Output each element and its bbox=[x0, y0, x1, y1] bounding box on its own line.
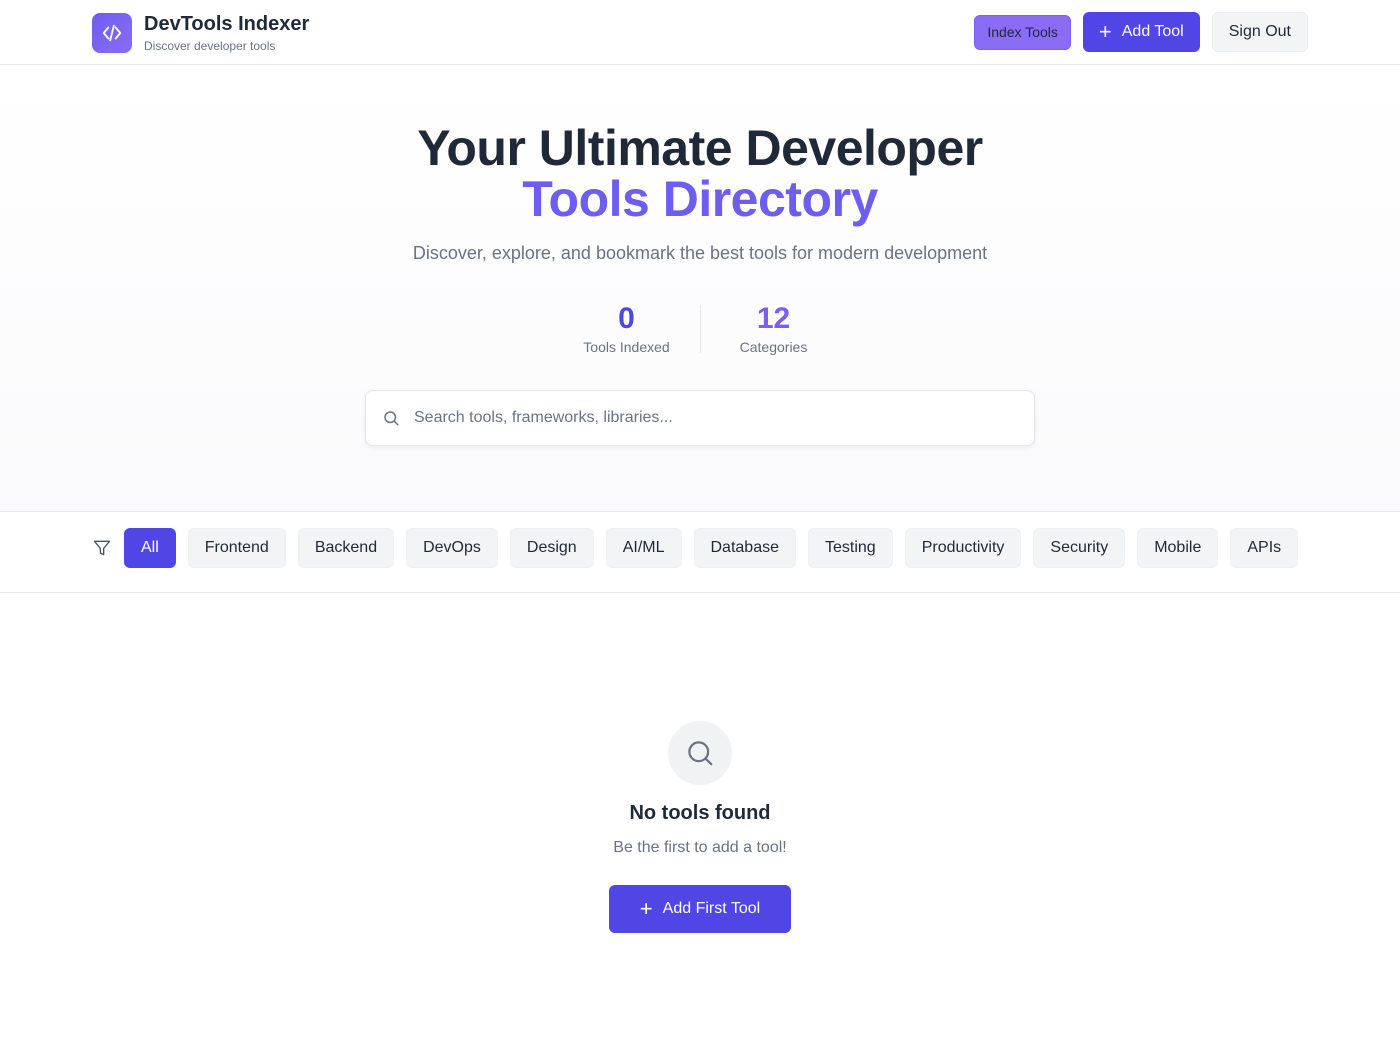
stat-label: Tools Indexed bbox=[583, 339, 670, 355]
stat-value: 12 bbox=[756, 302, 791, 335]
brand-title: DevTools Indexer bbox=[144, 13, 310, 35]
category-chip-productivity[interactable]: Productivity bbox=[904, 528, 1022, 568]
category-chip-security[interactable]: Security bbox=[1033, 528, 1126, 568]
stats: 0 Tools Indexed 12 Categories bbox=[0, 301, 1400, 355]
category-chip-mobile[interactable]: Mobile bbox=[1137, 528, 1219, 568]
search-icon bbox=[384, 411, 399, 426]
category-chip-testing[interactable]: Testing bbox=[808, 528, 893, 568]
plus-icon: + bbox=[1098, 19, 1112, 44]
add-first-tool-button[interactable]: + Add First Tool bbox=[609, 885, 791, 933]
hero-subtitle: Discover, explore, and bookmark the best… bbox=[412, 243, 988, 263]
category-chip-ai-ml[interactable]: AI/ML bbox=[605, 528, 682, 568]
add-first-tool-label: Add First Tool bbox=[662, 900, 761, 917]
category-chip-database[interactable]: Database bbox=[693, 528, 796, 568]
filter-icon bbox=[93, 540, 111, 556]
empty-state-title: No tools found bbox=[629, 802, 771, 824]
sign-out-button[interactable]: Sign Out bbox=[1211, 12, 1308, 52]
hero-section: Your Ultimate Developer Tools Directory … bbox=[0, 65, 1400, 512]
add-tool-label: Add Tool bbox=[1121, 23, 1184, 40]
top-header: DevTools Indexer Discover developer tool… bbox=[0, 0, 1400, 65]
hero-title-highlight: Tools Directory bbox=[522, 171, 878, 227]
stat-categories: 12 Categories bbox=[709, 301, 839, 355]
add-tool-button[interactable]: + Add Tool bbox=[1082, 12, 1200, 52]
stat-value: 0 bbox=[618, 302, 635, 335]
index-tools-button[interactable]: Index Tools bbox=[974, 14, 1071, 50]
search-input[interactable] bbox=[414, 409, 1004, 427]
stat-label: Categories bbox=[739, 339, 808, 355]
empty-state-subtitle: Be the first to add a tool! bbox=[613, 839, 787, 856]
search-icon bbox=[668, 721, 732, 785]
category-chip-backend[interactable]: Backend bbox=[297, 528, 395, 568]
category-filter-bar: All Frontend Backend DevOps Design AI/ML Datab… bbox=[0, 512, 1400, 593]
category-chip-all[interactable]: All bbox=[124, 528, 176, 568]
search-bar[interactable] bbox=[365, 390, 1035, 446]
hero-title: Your Ultimate Developer bbox=[417, 120, 983, 176]
stat-tools-indexed: 0 Tools Indexed bbox=[562, 301, 692, 355]
stat-divider bbox=[699, 305, 701, 353]
brand-subtitle: Discover developer tools bbox=[144, 39, 276, 53]
category-chip-apis[interactable]: APIs bbox=[1230, 528, 1299, 568]
category-chip-design[interactable]: Design bbox=[509, 528, 594, 568]
code-icon bbox=[92, 13, 132, 53]
plus-icon: + bbox=[639, 896, 653, 921]
brand[interactable]: DevTools Indexer Discover developer tool… bbox=[92, 12, 309, 54]
category-chip-frontend[interactable]: Frontend bbox=[187, 528, 286, 568]
category-chip-devops[interactable]: DevOps bbox=[406, 528, 498, 568]
